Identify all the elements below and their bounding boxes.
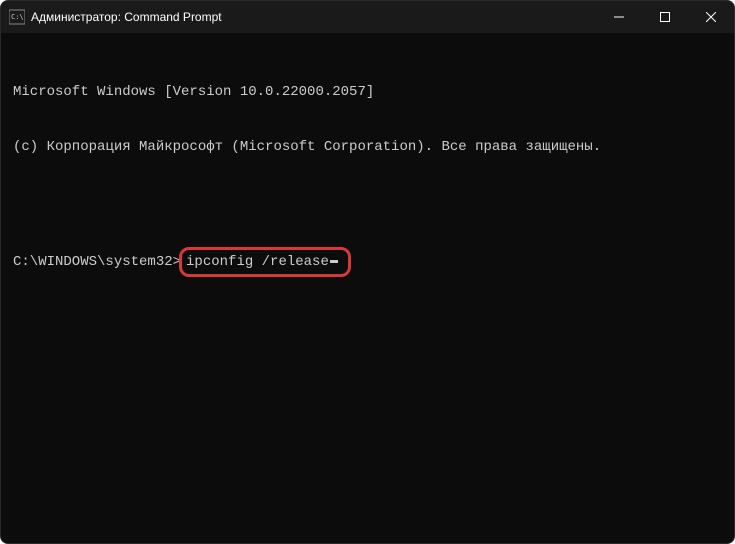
terminal-command: ipconfig /release (186, 253, 329, 271)
terminal-blank-line (13, 193, 722, 211)
window-title: Администратор: Command Prompt (31, 10, 222, 24)
terminal-prompt: C:\WINDOWS\system32> (13, 253, 181, 271)
terminal-output-line: (c) Корпорация Майкрософт (Microsoft Cor… (13, 138, 722, 156)
command-prompt-window: C:\ Администратор: Command Prompt Micros… (0, 0, 735, 544)
close-button[interactable] (688, 1, 734, 33)
minimize-button[interactable] (596, 1, 642, 33)
terminal-prompt-line: C:\WINDOWS\system32> ipconfig /release (13, 247, 722, 277)
terminal-area[interactable]: Microsoft Windows [Version 10.0.22000.20… (1, 33, 734, 328)
terminal-cursor (330, 260, 338, 263)
window-controls (596, 1, 734, 33)
maximize-button[interactable] (642, 1, 688, 33)
titlebar-left: C:\ Администратор: Command Prompt (9, 9, 222, 25)
svg-text:C:\: C:\ (11, 13, 24, 21)
terminal-output-line: Microsoft Windows [Version 10.0.22000.20… (13, 83, 722, 101)
titlebar[interactable]: C:\ Администратор: Command Prompt (1, 1, 734, 33)
cmd-icon: C:\ (9, 9, 25, 25)
command-highlight-box: ipconfig /release (179, 247, 351, 277)
